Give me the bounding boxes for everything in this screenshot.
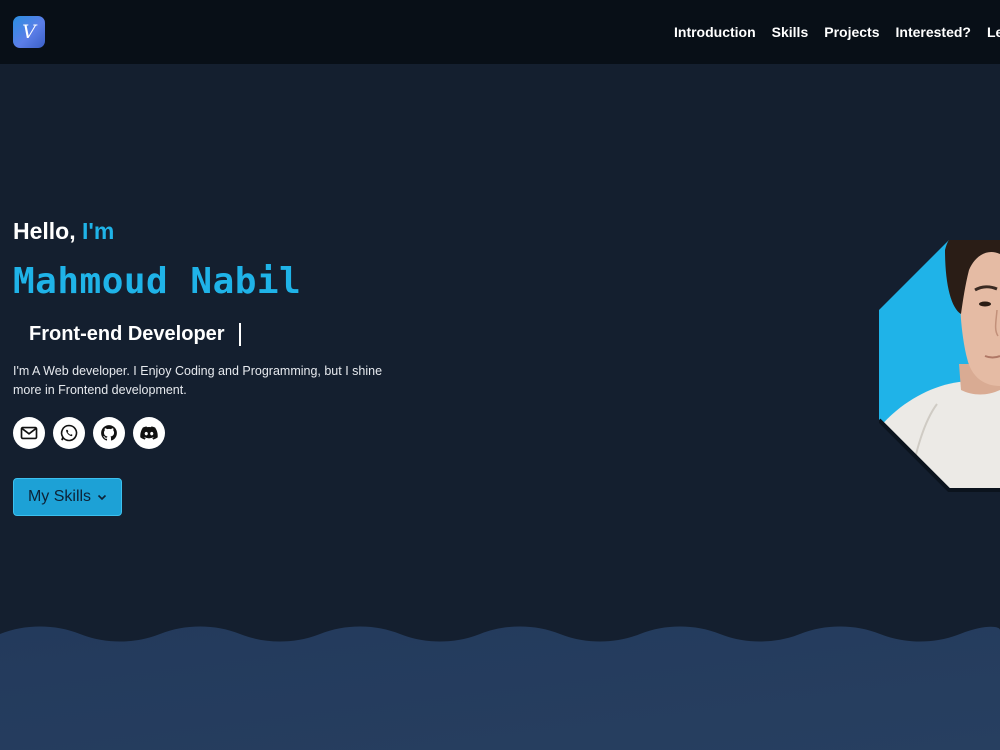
whatsapp-link[interactable] <box>53 417 85 449</box>
my-skills-button[interactable]: My Skills <box>13 478 122 516</box>
wave-divider <box>0 626 1000 750</box>
developer-name: Mahmoud Nabil <box>13 261 302 302</box>
chevron-down-icon <box>97 494 107 501</box>
my-skills-label: My Skills <box>27 488 92 505</box>
nav-link-projects[interactable]: Projects <box>824 23 879 41</box>
greeting: Hello, I'm <box>13 217 114 245</box>
social-links <box>13 417 165 449</box>
email-icon <box>20 426 38 440</box>
logo-letter: V <box>22 20 36 43</box>
portfolio-page: V Introduction Skills Projects Intereste… <box>0 0 1000 750</box>
bio-text: I'm A Web developer. I Enjoy Coding and … <box>13 364 383 397</box>
role-title: Front-end Developer <box>29 323 225 345</box>
role-typewriter: Front-end Developer <box>29 322 241 346</box>
discord-icon <box>140 426 158 440</box>
github-link[interactable] <box>93 417 125 449</box>
nav-link-skills[interactable]: Skills <box>772 23 809 41</box>
whatsapp-icon <box>60 424 78 442</box>
discord-link[interactable] <box>133 417 165 449</box>
navbar: V Introduction Skills Projects Intereste… <box>0 0 1000 64</box>
nav-links: Introduction Skills Projects Interested?… <box>674 23 1000 41</box>
greeting-prefix: Hello, <box>13 218 76 244</box>
nav-link-introduction[interactable]: Introduction <box>674 23 756 41</box>
nav-link-interested[interactable]: Interested? <box>896 23 971 41</box>
typing-cursor <box>238 322 241 346</box>
profile-photo <box>879 240 1000 492</box>
nav-link-learn[interactable]: Learn <box>987 23 1000 41</box>
email-link[interactable] <box>13 417 45 449</box>
github-icon <box>101 425 117 441</box>
site-logo[interactable]: V <box>13 16 45 48</box>
profile-portrait <box>879 214 1000 494</box>
greeting-accent: I'm <box>82 218 115 244</box>
